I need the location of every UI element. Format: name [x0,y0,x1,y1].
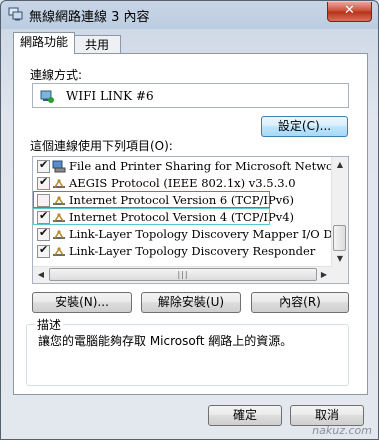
components-list[interactable]: ✔ File and Printer Sharing for Microsoft… [32,156,349,284]
scroll-right-icon[interactable]: ▶ [316,267,332,283]
cancel-button[interactable]: 取消 [290,405,364,426]
vertical-scrollbar[interactable]: ▲ ▼ [331,157,348,267]
protocol-icon [53,179,65,188]
scroll-down-icon[interactable]: ▼ [332,251,348,267]
ok-button[interactable]: 確定 [208,405,282,426]
protocol-icon [53,230,65,239]
description-group: 描述 讓您的電腦能夠存取 Microsoft 網路上的資源。 [26,316,349,386]
properties-button[interactable]: 內容(R) [251,292,349,313]
adapter-name: WIFI LINK #6 [66,89,154,103]
check-mark-icon: ✔ [39,209,49,222]
connect-using-label: 連線方式: [30,68,83,82]
item-checkbox[interactable]: ✔ [37,209,50,224]
description-title: 描述 [35,316,64,333]
item-checkbox[interactable] [37,194,50,207]
install-button[interactable]: 安裝(N)... [32,292,132,313]
horizontal-scroll-thumb[interactable]: ||| [49,268,317,281]
file-sharing-icon [52,160,66,173]
item-label: File and Printer Sharing for Microsoft N… [69,159,349,173]
scroll-grip-icon: ||| [177,270,189,279]
item-label: AEGIS Protocol (IEEE 802.1x) v3.5.3.0 [69,176,296,190]
item-checkbox[interactable]: ✔ [37,158,50,173]
title-bar[interactable]: 無線網路連線 3 內容 ✕ [1,1,378,28]
watermark: nakuz.com [312,424,372,437]
scroll-corner [332,267,348,283]
scroll-up-icon[interactable]: ▲ [332,157,348,173]
item-label: Internet Protocol Version 4 (TCP/IPv4) [69,210,295,224]
list-item[interactable]: ✔ Link-Layer Topology Discovery Responde… [33,243,333,260]
list-item[interactable]: ✔ AEGIS Protocol (IEEE 802.1x) v3.5.3.0 [33,175,333,192]
tab-sharing[interactable]: 共用 [73,35,121,54]
tab-panel: 連線方式: WIFI LINK #6 設定(C)... 這個連線使用下列項目(O… [13,53,368,395]
tab-networking[interactable]: 網路功能 [13,32,75,54]
list-item[interactable]: ✔ Link-Layer Topology Discovery Mapper I… [33,226,348,243]
adapter-field: WIFI LINK #6 [32,83,349,108]
items-label: 這個連線使用下列項目(O): [30,139,173,153]
scroll-left-icon[interactable]: ◀ [33,267,49,283]
close-button[interactable]: ✕ [327,2,372,22]
check-mark-icon: ✔ [39,175,49,188]
item-label: Internet Protocol Version 6 (TCP/IPv6) [69,193,295,207]
item-checkbox[interactable]: ✔ [37,175,50,190]
item-checkbox[interactable]: ✔ [37,243,50,258]
check-mark-icon: ✔ [39,226,49,239]
protocol-icon [53,196,65,205]
protocol-icon [53,213,65,222]
list-item[interactable]: ✔ File and Printer Sharing for Microsoft… [33,158,348,175]
check-mark-icon: ✔ [39,158,49,171]
uninstall-button[interactable]: 解除安裝(U) [141,292,241,313]
close-icon: ✕ [344,3,355,18]
list-item[interactable]: Internet Protocol Version 6 (TCP/IPv6) [33,192,333,209]
configure-button[interactable]: 設定(C)... [261,116,348,137]
network-adapter-icon [40,90,54,103]
check-mark-icon: ✔ [39,243,49,256]
list-item[interactable]: ✔ Internet Protocol Version 4 (TCP/IPv4) [33,209,333,226]
protocol-icon [53,247,65,256]
item-checkbox[interactable]: ✔ [37,226,50,241]
network-connection-icon [8,7,23,21]
item-label: Link-Layer Topology Discovery Mapper I/O… [69,227,349,241]
horizontal-scrollbar[interactable]: ◀ ||| ▶ [33,266,332,283]
properties-dialog: 無線網路連線 3 內容 ✕ 網路功能 共用 連線方式: WIFI LINK #6… [0,0,379,440]
item-label: Link-Layer Topology Discovery Responder [69,244,316,258]
description-text: 讓您的電腦能夠存取 Microsoft 網路上的資源。 [38,334,293,348]
vertical-scroll-thumb[interactable] [333,225,346,251]
window-title: 無線網路連線 3 內容 [29,10,150,25]
